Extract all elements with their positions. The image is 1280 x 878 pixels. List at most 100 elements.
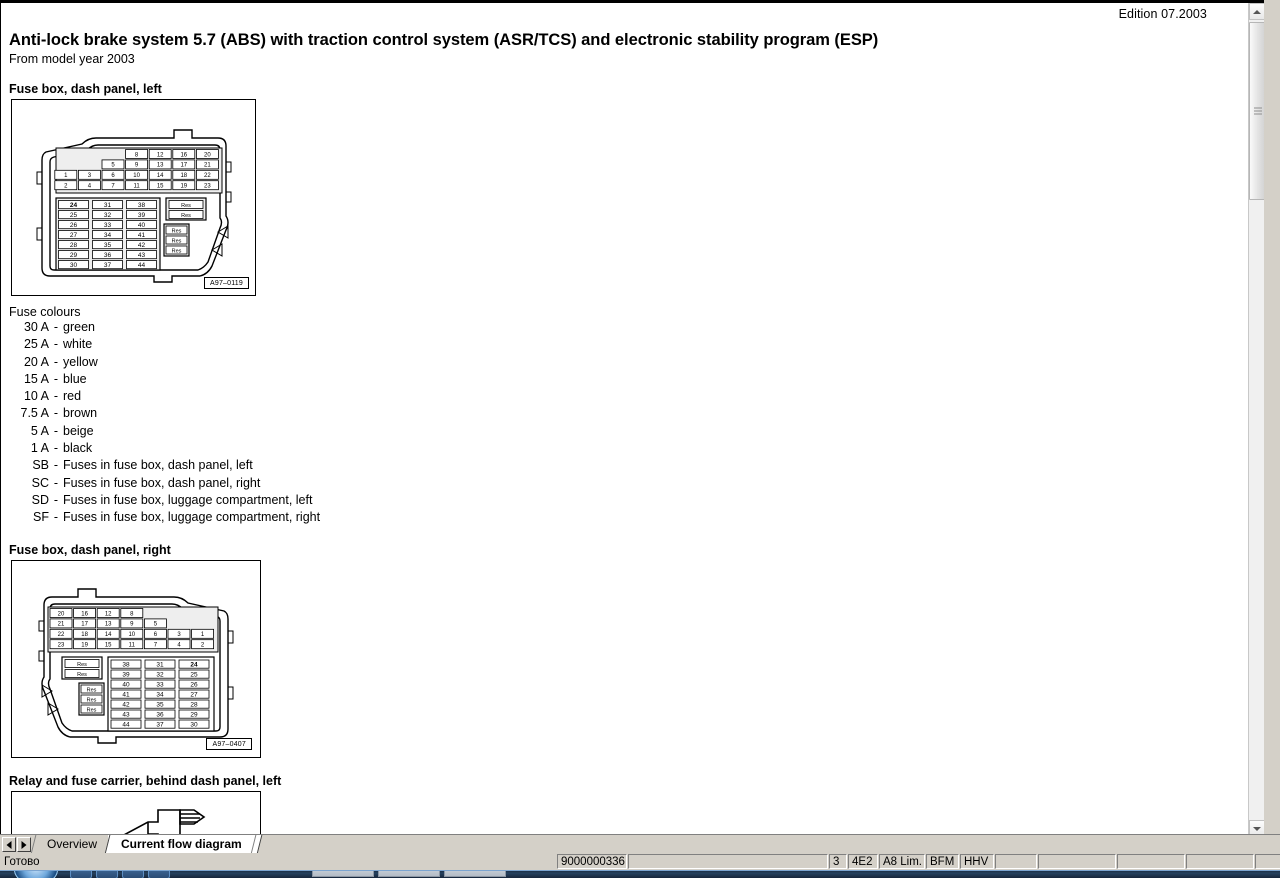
fuse-colour-value: Fuses in fuse box, dash panel, right bbox=[63, 475, 261, 490]
taskbar-window-button-2[interactable] bbox=[378, 871, 440, 877]
status-cell bbox=[1186, 854, 1254, 869]
fuse-slot-label: 19 bbox=[81, 642, 88, 648]
grip-icon bbox=[1254, 106, 1262, 117]
scrollbar-thumb[interactable] bbox=[1249, 22, 1264, 200]
fuse-slot-label: 41 bbox=[122, 691, 130, 698]
page-title: Anti-lock brake system 5.7 (ABS) with tr… bbox=[9, 31, 879, 49]
fuse-slot-label: 40 bbox=[122, 681, 130, 688]
fuse-slot-label: 17 bbox=[180, 163, 187, 169]
fuse-slot-label: 18 bbox=[180, 173, 187, 179]
fuse-slot-label: 28 bbox=[70, 242, 78, 249]
fuse-slot-label: 11 bbox=[129, 642, 136, 648]
fuse-colour-row: 7.5 A - brown bbox=[9, 405, 1264, 422]
relay-carrier-drawing bbox=[123, 808, 206, 834]
scroll-up-button[interactable] bbox=[1249, 3, 1264, 20]
quicklaunch-item-2[interactable] bbox=[96, 871, 118, 878]
fuse-slot-label: 29 bbox=[190, 711, 198, 718]
fusebox-left-drawing: 2016128211713952218141063123191511742 24… bbox=[36, 129, 232, 283]
fuse-slot-label: 36 bbox=[104, 252, 112, 259]
fuse-slot-label: 16 bbox=[180, 152, 187, 158]
fuse-slot-label: 44 bbox=[122, 721, 130, 728]
vertical-scrollbar[interactable] bbox=[1248, 3, 1264, 834]
fuse-slot-label: 42 bbox=[138, 242, 146, 249]
caret-down-icon bbox=[1253, 826, 1261, 831]
fuse-slot-label: 33 bbox=[156, 681, 164, 688]
fuse-slot-label: 35 bbox=[104, 242, 112, 249]
fuse-slot-label: 21 bbox=[204, 163, 211, 169]
application-window: Edition 07.2003 Anti-lock brake system 5… bbox=[0, 0, 1280, 878]
fuse-slot-label: 21 bbox=[58, 621, 65, 627]
tab-scroll-next-button[interactable] bbox=[17, 837, 31, 852]
fuse-slot-label: 39 bbox=[138, 212, 146, 219]
fuse-slot-label: 43 bbox=[138, 252, 146, 259]
figure-relay-fuse-carrier bbox=[11, 790, 261, 834]
figure-fusebox-dash-panel-right: 20 16 12 8 21 17 13 9 5 22 18 14 10 6 3 1 23 19 15 11 7 4 2 38… bbox=[11, 559, 261, 758]
tab-current-flow-diagram[interactable]: Current flow diagram bbox=[108, 835, 253, 854]
fuse-colour-key: 7.5 A bbox=[20, 406, 50, 421]
fuse-slot-label: 35 bbox=[156, 701, 164, 708]
fuse-slot-label: 18 bbox=[81, 632, 88, 638]
fuse-slot-label: 14 bbox=[157, 173, 164, 179]
status-cell: 4E2 bbox=[848, 854, 878, 869]
status-cell: BFM bbox=[926, 854, 959, 869]
fuse-slot-label: 26 bbox=[190, 681, 198, 688]
fuse-slot-label: Res bbox=[77, 671, 87, 677]
fuse-slot-label: 37 bbox=[156, 721, 164, 728]
fuse-slot-label: 27 bbox=[190, 691, 198, 698]
fuse-slot-label: Res bbox=[87, 687, 97, 693]
quicklaunch-item-4[interactable] bbox=[148, 871, 170, 878]
start-button-icon[interactable] bbox=[14, 871, 58, 878]
fuse-colour-dash: - bbox=[53, 354, 59, 369]
windows-taskbar bbox=[0, 870, 1280, 878]
status-cell: A8 Lim. bbox=[879, 854, 925, 869]
fuse-colour-key: SD bbox=[31, 492, 49, 507]
fuse-slot-label: Res bbox=[172, 238, 182, 244]
fuse-slot-label: 27 bbox=[70, 232, 78, 239]
status-cell: 9000000336 bbox=[557, 854, 627, 869]
taskbar-window-button-3[interactable] bbox=[444, 871, 506, 877]
figure-code-left: A97–0119 bbox=[203, 277, 249, 289]
tab-scroll-prev-button[interactable] bbox=[2, 837, 16, 852]
fuse-colour-row: SB - Fuses in fuse box, dash panel, left bbox=[9, 457, 1264, 474]
fuse-colour-row: 1 A - black bbox=[9, 440, 1264, 457]
fuse-colour-dash: - bbox=[53, 389, 59, 404]
fuse-colour-row: 10 A - red bbox=[9, 388, 1264, 405]
tab-strip-end bbox=[253, 835, 265, 854]
fuse-colour-value: beige bbox=[63, 423, 94, 438]
section-title-fusebox-left: Fuse box, dash panel, left bbox=[9, 82, 162, 96]
fuse-slot-label: 12 bbox=[157, 152, 164, 158]
scroll-down-button[interactable] bbox=[1249, 820, 1264, 834]
tab-overview[interactable]: Overview bbox=[34, 835, 108, 854]
fuse-colour-value: Fuses in fuse box, dash panel, left bbox=[63, 458, 253, 473]
fuse-colour-dash: - bbox=[53, 441, 59, 456]
fuse-colour-value: white bbox=[63, 337, 93, 352]
fuse-colours-list: 30 A - green 25 A - white 20 A - yellow 15 A - blue… bbox=[9, 319, 1264, 527]
fuse-colour-key: 25 A bbox=[23, 337, 49, 352]
figure-fusebox-dash-panel-left: 20 16 12 8 21 17 13 9 5 22 18 14 10 6 3 1 23 19 15 11 7 4 2 24… bbox=[11, 99, 256, 296]
fuse-colour-value: blue bbox=[63, 371, 87, 386]
quicklaunch-item-1[interactable] bbox=[70, 871, 92, 878]
fuse-slot-label: 20 bbox=[204, 152, 211, 158]
fuse-slot-label: Res bbox=[87, 707, 97, 713]
fuse-slot-label: 22 bbox=[204, 173, 211, 179]
fuse-slot-label: 36 bbox=[156, 711, 164, 718]
fuse-slot-label: 15 bbox=[105, 642, 112, 648]
fuse-colour-key: 1 A bbox=[30, 441, 49, 456]
fuse-slot-label: 20 bbox=[58, 611, 65, 617]
fuse-slot-label: 37 bbox=[104, 262, 112, 269]
fuse-colour-key: 30 A bbox=[23, 320, 49, 334]
status-cell bbox=[628, 854, 828, 869]
fuse-slot-label: 25 bbox=[70, 212, 78, 219]
fuse-colour-dash: - bbox=[53, 406, 59, 421]
fuse-slot-label: 38 bbox=[138, 202, 146, 209]
tab-label: Overview bbox=[47, 837, 98, 851]
fuse-slot-label: 17 bbox=[81, 621, 88, 627]
taskbar-window-button-1[interactable] bbox=[312, 871, 374, 877]
fuse-slot-label: Res bbox=[87, 697, 97, 703]
quicklaunch-item-3[interactable] bbox=[122, 871, 144, 878]
fuse-slot-label: 23 bbox=[204, 184, 211, 190]
fuse-colour-dash: - bbox=[53, 492, 59, 507]
status-cell bbox=[1117, 854, 1185, 869]
fuse-slot-label: 34 bbox=[104, 232, 112, 239]
fuse-colour-key: SC bbox=[31, 475, 49, 490]
